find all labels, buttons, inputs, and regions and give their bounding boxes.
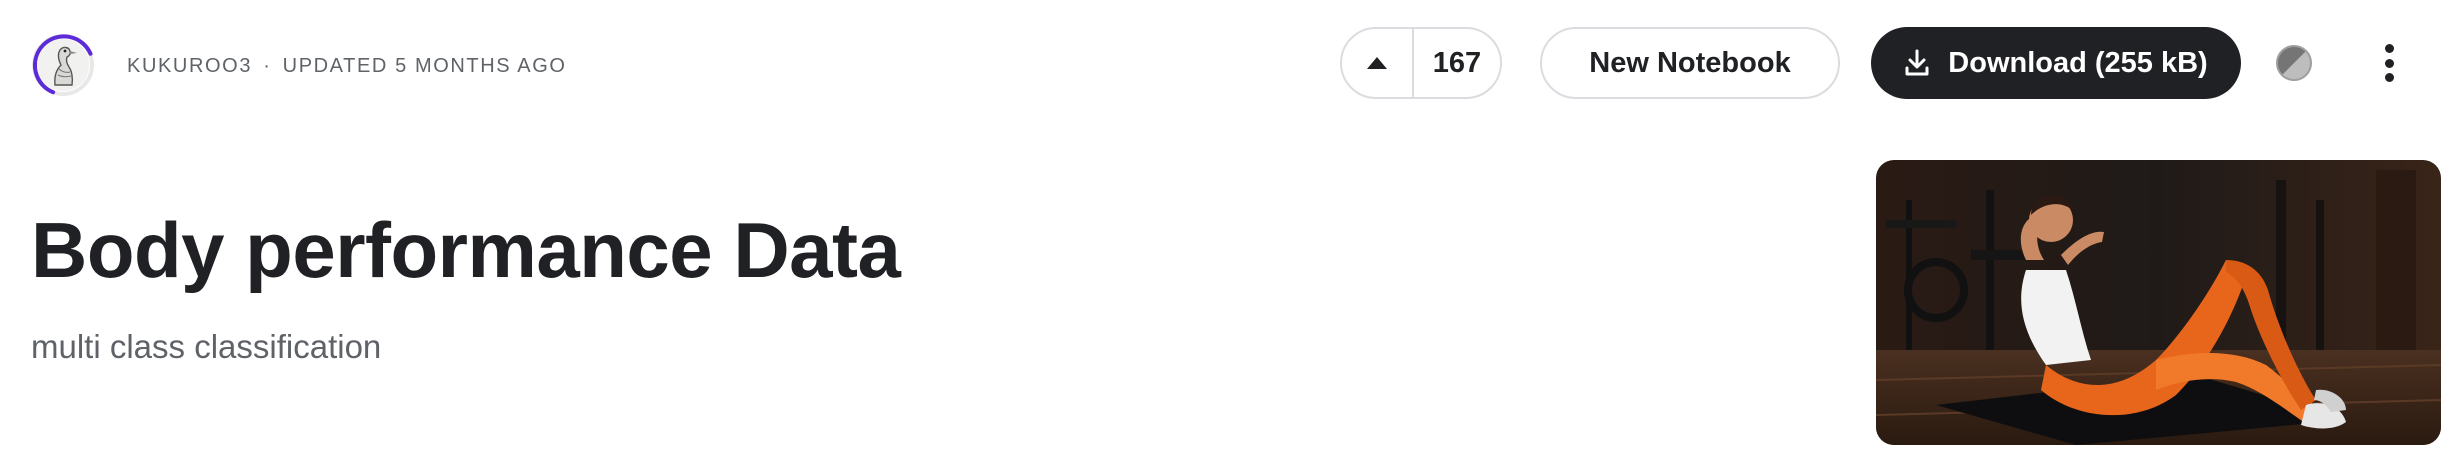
half-circle-icon[interactable] (2275, 44, 2313, 82)
download-label: Download (255 kB) (1948, 46, 2208, 79)
new-notebook-button[interactable]: New Notebook (1540, 27, 1840, 99)
vote-count: 167 (1432, 46, 1482, 79)
new-notebook-label: New Notebook (1589, 46, 1791, 79)
author-name[interactable]: KUKUROO3 (127, 55, 252, 77)
dataset-header: KUKUROO3 · UPDATED 5 MONTHS AGO 167 New … (0, 0, 2460, 130)
ostrich-avatar-icon (37, 39, 89, 91)
dot (2384, 44, 2394, 53)
upvote-button[interactable] (1342, 29, 1414, 97)
download-button[interactable]: Download (255 kB) (1871, 27, 2241, 99)
dot (2384, 73, 2394, 82)
dot (2384, 58, 2394, 68)
updated-timestamp: UPDATED 5 MONTHS AGO (282, 55, 567, 77)
meta-separator: · (263, 55, 272, 77)
vote-group: 167 (1340, 27, 1502, 99)
triangle-up-icon (1367, 57, 1387, 69)
dataset-title: Body performance Data (31, 206, 901, 294)
dataset-page: KUKUROO3 · UPDATED 5 MONTHS AGO 167 New … (0, 0, 2460, 472)
author-avatar[interactable] (31, 33, 95, 97)
vertical-dots-icon[interactable] (2375, 40, 2403, 86)
dataset-cover-image (1876, 160, 2441, 445)
download-icon (1904, 49, 1930, 77)
dataset-subtitle: multi class classification (31, 328, 382, 365)
author-meta: KUKUROO3 · UPDATED 5 MONTHS AGO (127, 55, 567, 78)
